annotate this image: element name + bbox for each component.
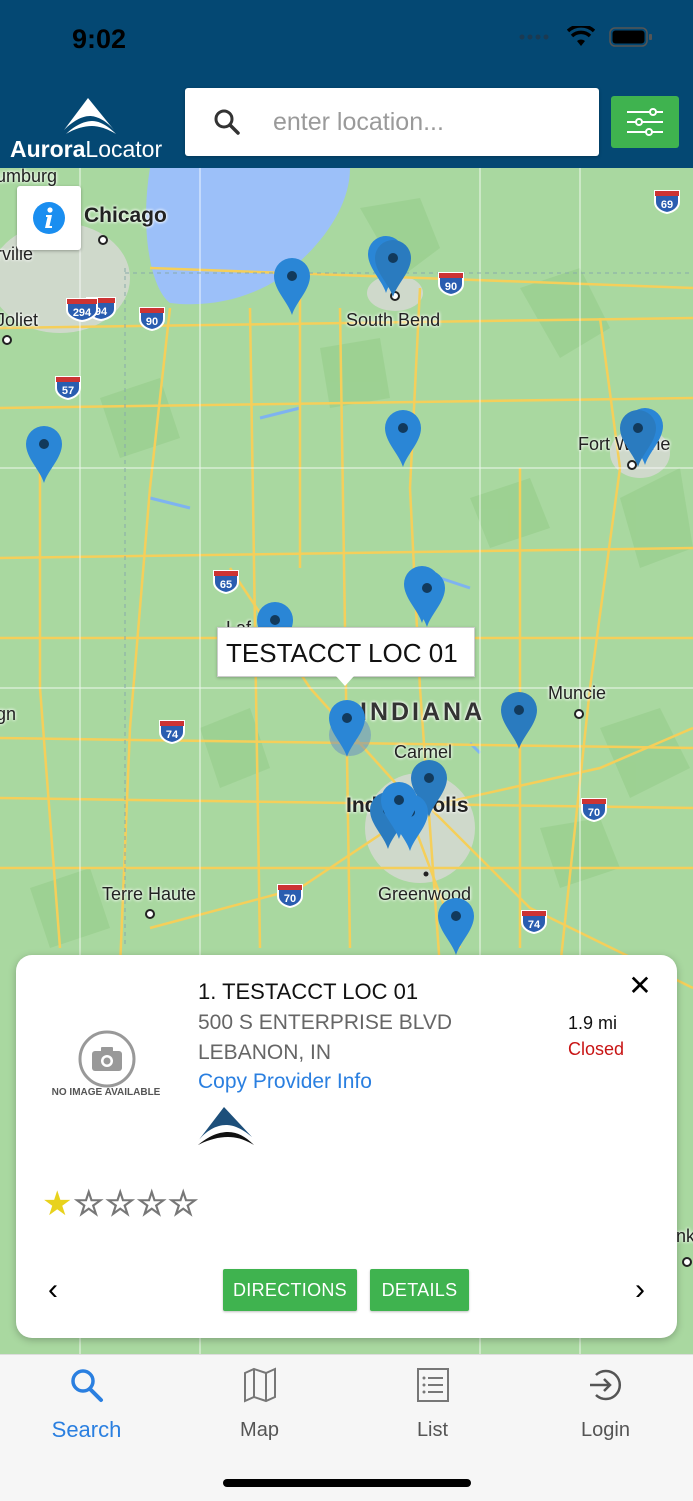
- map-pin[interactable]: [618, 408, 658, 468]
- shield-90: 90: [437, 270, 465, 301]
- aurora-logo-mark: [64, 98, 116, 134]
- map-icon: [243, 1367, 276, 1403]
- map-label-joliet: Joliet: [0, 310, 39, 330]
- shield-69-label: 69: [661, 199, 673, 211]
- shield-90-west: 90: [138, 305, 166, 336]
- shield-74-south-label: 74: [528, 919, 541, 931]
- logo-text: AuroraLocator: [10, 136, 163, 162]
- map-callout[interactable]: TESTACCT LOC 01: [217, 627, 475, 677]
- shield-74-south: 74: [520, 908, 548, 939]
- details-button[interactable]: DETAILS: [370, 1269, 469, 1311]
- map-pin[interactable]: [379, 780, 419, 840]
- tab-list[interactable]: List: [346, 1365, 519, 1442]
- map-label-gn: gn: [0, 704, 17, 724]
- map-label-south-bend: South Bend: [346, 310, 441, 330]
- map-pin[interactable]: [436, 896, 476, 956]
- tab-list-label: List: [416, 1419, 449, 1441]
- map-label-indiana: INDIANA: [360, 698, 486, 726]
- shield-70-west: 70: [276, 882, 304, 913]
- aurora-logo: AuroraLocator: [10, 96, 170, 162]
- login-icon: [589, 1369, 621, 1401]
- map-pin[interactable]: [383, 408, 423, 468]
- shield-90-label: 90: [445, 281, 457, 293]
- tab-login-label: Login: [581, 1419, 630, 1441]
- previous-location-button[interactable]: ‹: [38, 1275, 68, 1305]
- status-time: 9:02: [72, 24, 127, 54]
- map-pin-selected[interactable]: [327, 698, 367, 758]
- shield-294-label: 294: [73, 307, 92, 319]
- star-icon-filled[interactable]: ★: [42, 1187, 72, 1221]
- shield-70-west-label: 70: [284, 893, 296, 905]
- star-icon-empty[interactable]: ☆: [136, 1186, 168, 1221]
- filter-button[interactable]: [611, 96, 679, 148]
- app-header: AuroraLocator: [0, 82, 693, 168]
- shield-90-west-label: 90: [146, 316, 158, 328]
- shield-69: 69: [653, 188, 681, 219]
- copy-provider-info-link[interactable]: Copy Provider Info: [198, 1070, 372, 1094]
- distance: 1.9 mi: [568, 1013, 618, 1033]
- star-icon-empty[interactable]: ☆: [104, 1186, 136, 1221]
- shield-294: 294: [65, 296, 99, 327]
- open-status: Closed: [568, 1039, 625, 1059]
- map-label-nk: nk: [676, 1226, 693, 1246]
- map-label-umburg: umburg: [0, 168, 58, 186]
- shield-74-label: 74: [166, 729, 179, 741]
- tab-map-label: Map: [240, 1419, 279, 1441]
- info-button[interactable]: [17, 186, 81, 250]
- tab-map[interactable]: Map: [173, 1365, 346, 1442]
- status-bar: 9:02: [0, 0, 693, 82]
- no-image-label: NO IMAGE AVAILABLE: [51, 1087, 161, 1098]
- home-indicator: [223, 1479, 471, 1487]
- star-icon-empty[interactable]: ☆: [73, 1186, 105, 1221]
- next-location-button[interactable]: ›: [625, 1275, 655, 1305]
- battery-icon: [609, 27, 652, 47]
- wifi-icon: [567, 26, 595, 46]
- map-pin[interactable]: [499, 690, 539, 750]
- shield-57: 57: [54, 374, 82, 405]
- search-icon: [214, 109, 240, 135]
- status-icons: [519, 26, 653, 48]
- tab-search[interactable]: Search: [0, 1365, 173, 1443]
- shield-74: 74: [158, 718, 186, 749]
- location-search-input[interactable]: [271, 98, 585, 146]
- map-pin[interactable]: [24, 424, 64, 484]
- list-icon: [416, 1368, 449, 1402]
- tab-login[interactable]: Login: [519, 1365, 692, 1442]
- shield-70-east-label: 70: [588, 807, 600, 819]
- location-card: ✕ NO IMAGE AVAILABLE 1. TESTACCT LOC 01 …: [16, 955, 677, 1338]
- search-box[interactable]: [185, 88, 599, 156]
- map-label-muncie: Muncie: [548, 683, 607, 703]
- shield-65-label: 65: [220, 579, 232, 591]
- map-label-terre-haute: Terre Haute: [102, 884, 197, 904]
- map-pin[interactable]: [373, 238, 413, 298]
- signal-icon: [519, 34, 549, 40]
- search-icon: [70, 1369, 103, 1402]
- info-icon: [33, 202, 65, 234]
- map-pin[interactable]: [407, 568, 447, 628]
- shield-57-label: 57: [62, 385, 74, 397]
- address-line-1: 500 S ENTERPRISE BLVD: [198, 1011, 453, 1034]
- directions-button[interactable]: DIRECTIONS: [223, 1269, 357, 1311]
- close-card-button[interactable]: ✕: [625, 971, 655, 1001]
- map-label-chicago: Chicago: [84, 204, 167, 227]
- address-line-2: LEBANON, IN: [198, 1041, 332, 1064]
- star-icon-empty[interactable]: ☆: [167, 1186, 199, 1221]
- map-callout-tail: [336, 676, 354, 686]
- shield-70-east: 70: [580, 796, 608, 827]
- map-pin[interactable]: [272, 256, 312, 316]
- filter-sliders-icon: [627, 108, 663, 136]
- tab-search-label: Search: [51, 1417, 122, 1442]
- star-rating[interactable]: ★ ☆ ☆ ☆ ☆: [42, 1186, 199, 1221]
- location-title: 1. TESTACCT LOC 01: [198, 979, 419, 1004]
- shield-65: 65: [212, 568, 240, 599]
- provider-logo: [198, 1107, 254, 1145]
